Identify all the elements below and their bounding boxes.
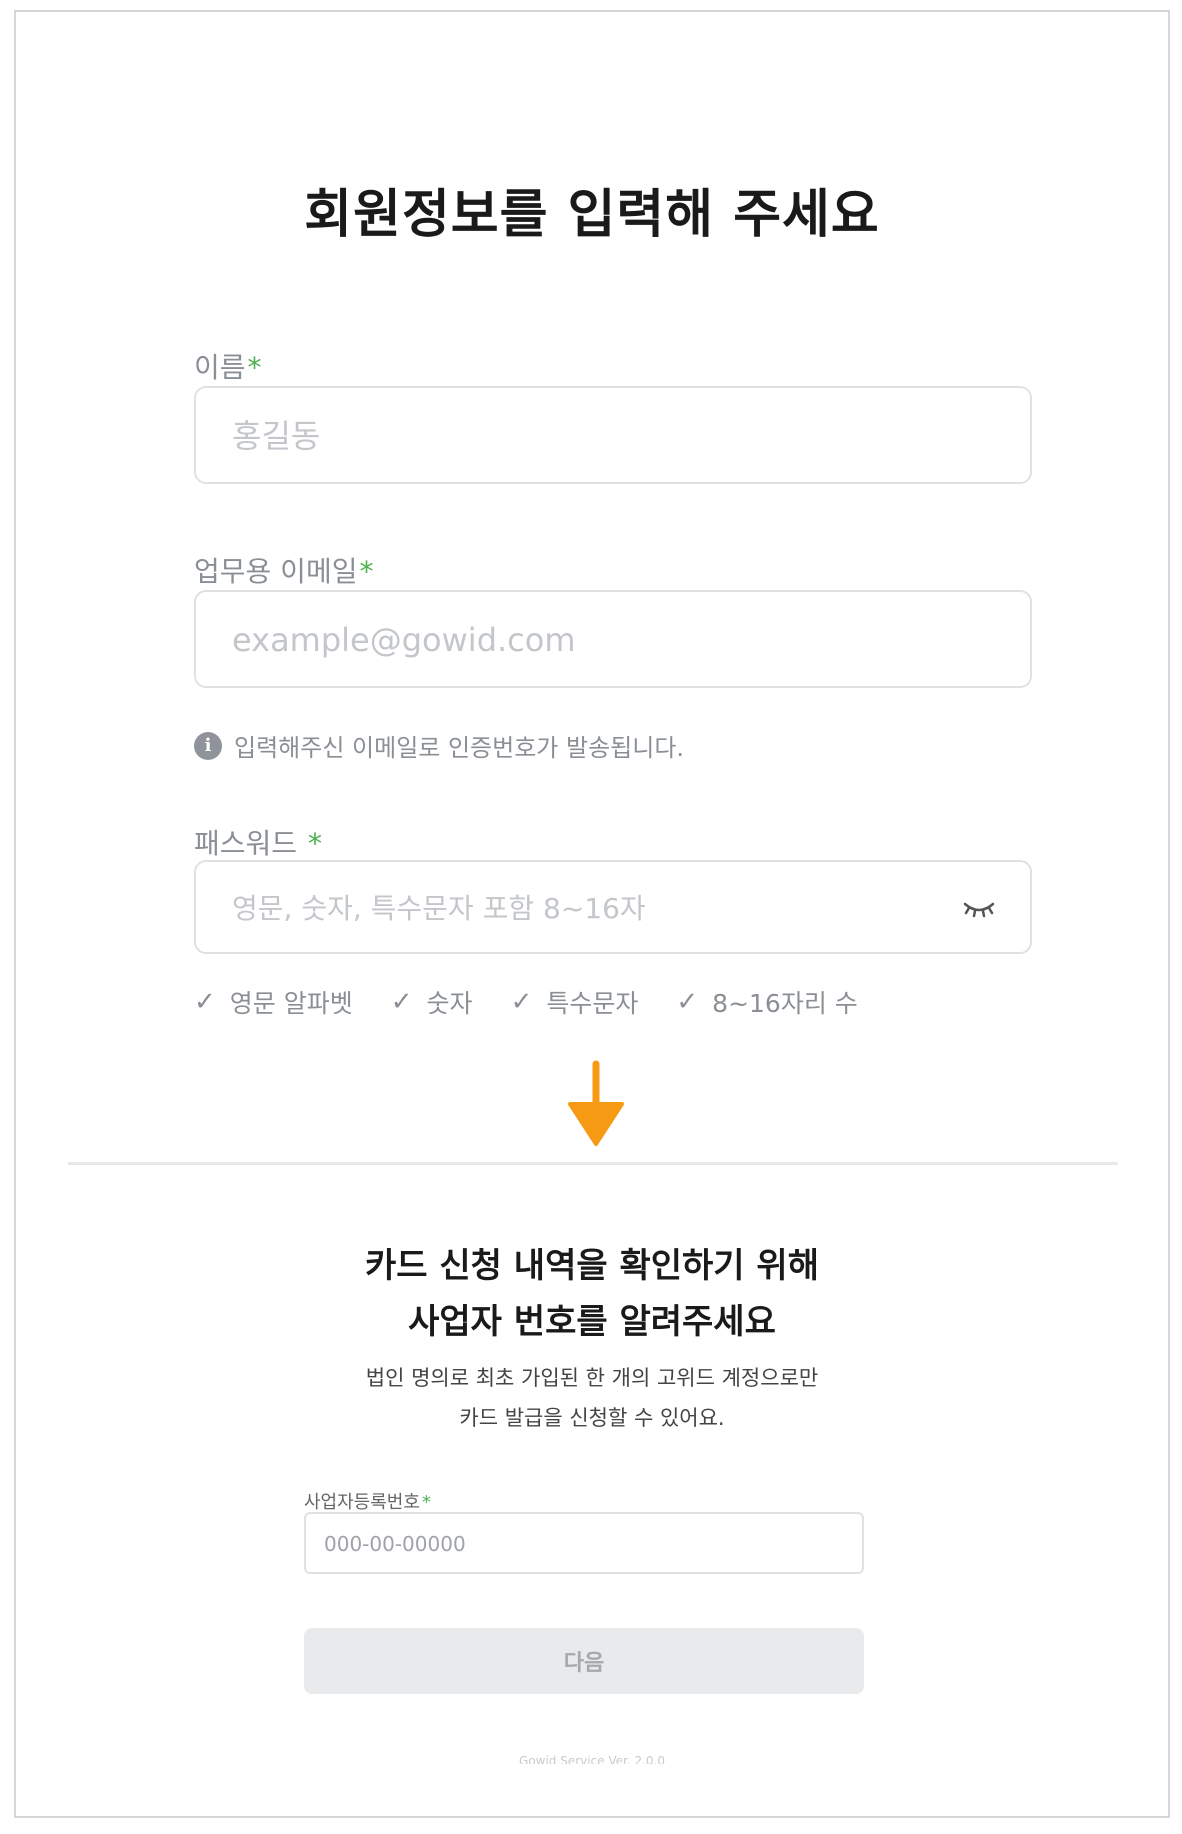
next-button[interactable]: 다음 <box>304 1628 864 1694</box>
rule-label: 숫자 <box>426 989 473 1018</box>
required-mark: * <box>359 555 374 588</box>
info-icon: i <box>194 731 222 760</box>
rule-label: 특수문자 <box>546 989 639 1018</box>
business-reg-label: 사업자등록번호 * <box>304 1488 431 1514</box>
rule-label: 영문 알파벳 <box>229 989 353 1018</box>
rule-letters: ✓ 영문 알파벳 <box>194 984 353 1020</box>
email-input[interactable] <box>230 592 954 688</box>
email-label: 업무용 이메일* <box>194 550 373 590</box>
check-icon: ✓ <box>510 987 533 1017</box>
section-divider <box>68 1162 1118 1165</box>
business-reg-label-text: 사업자등록번호 <box>304 1492 420 1513</box>
password-field[interactable] <box>194 860 1032 954</box>
email-label-text: 업무용 이메일 <box>194 555 358 588</box>
eye-closed-icon[interactable] <box>962 898 996 922</box>
business-desc-line2: 카드 발급을 신청할 수 있어요. <box>459 1406 725 1430</box>
name-label: 이름* <box>194 346 262 386</box>
password-label: 패스워드 * <box>194 822 322 862</box>
page-frame: 회원정보를 입력해 주세요 이름* 업무용 이메일* i 입력해주신 이메일로 … <box>14 10 1170 1818</box>
rule-numbers: ✓ 숫자 <box>391 984 473 1020</box>
required-mark: * <box>247 351 262 384</box>
check-icon: ✓ <box>194 987 216 1017</box>
page-title: 회원정보를 입력해 주세요 <box>304 185 880 245</box>
required-mark: * <box>421 1492 431 1513</box>
rule-length: ✓ 8~16자리 수 <box>676 984 857 1020</box>
name-field[interactable] <box>194 386 1032 484</box>
version-text: Gowid Service Ver. 2.0.0 <box>518 1754 666 1764</box>
name-label-text: 이름 <box>194 351 246 384</box>
email-hint-text: 입력해주신 이메일로 인증번호가 발송됩니다. <box>234 734 685 762</box>
check-icon: ✓ <box>390 987 413 1017</box>
password-input[interactable] <box>230 862 954 954</box>
email-field[interactable] <box>194 590 1032 688</box>
business-reg-input[interactable] <box>322 1514 846 1574</box>
check-icon: ✓ <box>676 987 699 1017</box>
rule-label: 8~16자리 수 <box>712 989 858 1018</box>
business-reg-field[interactable] <box>304 1512 864 1574</box>
email-hint: i 입력해주신 이메일로 인증번호가 발송됩니다. <box>194 728 684 763</box>
rule-special: ✓ 특수문자 <box>511 984 639 1020</box>
business-title-line1: 카드 신청 내역을 확인하기 위해 <box>365 1246 819 1286</box>
password-label-text: 패스워드 <box>194 827 298 860</box>
business-title-line2: 사업자 번호를 알려주세요 <box>408 1302 776 1342</box>
name-input[interactable] <box>230 388 954 484</box>
required-mark: * <box>307 827 322 860</box>
arrow-down-icon <box>568 1060 624 1146</box>
business-desc-line1: 법인 명의로 최초 가입된 한 개의 고위드 계정으로만 <box>365 1366 819 1390</box>
password-rules: ✓ 영문 알파벳 ✓ 숫자 ✓ 특수문자 ✓ 8~16자리 수 <box>194 984 896 1020</box>
